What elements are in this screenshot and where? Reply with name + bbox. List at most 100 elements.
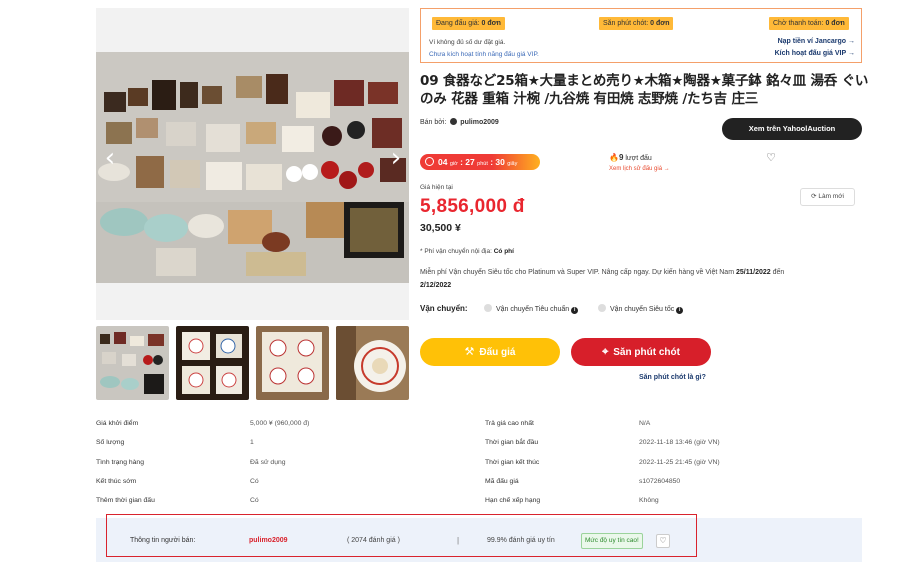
timer-minutes: 27 (465, 157, 475, 167)
price-vnd: 5,856,000 đ (420, 196, 525, 217)
main-product-photo[interactable] (96, 8, 409, 320)
activate-vip-link[interactable]: Kích hoạt đấu giá VIP → (775, 50, 855, 57)
seller-review-count: ( 2074 đánh giá ) (347, 537, 400, 544)
refresh-icon: ⟳ (811, 193, 817, 200)
trust-badge: Mức độ uy tín cao! (581, 533, 643, 549)
refresh-button[interactable]: ⟳ Làm mới (800, 188, 855, 206)
detail-value: s1072604850 (639, 478, 681, 485)
clock-icon (425, 157, 434, 166)
detail-key: Mã đấu giá (485, 478, 519, 485)
next-photo-arrow-icon[interactable]: › (386, 144, 406, 172)
timer-hours-unit: giờ (449, 161, 458, 167)
view-on-yahoo-button[interactable]: Xem trên YahoolAuction (722, 118, 862, 140)
follow-seller-heart-icon[interactable]: ♡ (656, 534, 670, 548)
pill-label: Đang đấu giá: (436, 20, 480, 27)
snipe-help-link[interactable]: Săn phút chót là gì? (639, 374, 706, 381)
countdown-timer: 04 giờ : 27 phút : 30 giây (420, 154, 540, 170)
detail-value: 5,000 ¥ (960,000 đ) (250, 420, 310, 427)
info-icon[interactable]: i (571, 307, 579, 314)
bid-history-link[interactable]: Xem lịch sử đấu giá → (609, 166, 670, 172)
domestic-shipping-fee: * Phí vận chuyển nội địa: Có phí (420, 248, 514, 255)
detail-value: Có (250, 497, 259, 504)
user-icon (450, 118, 458, 125)
detail-value: 2022-11-18 13:46 (giờ VN) (639, 439, 720, 446)
detail-key: Thời gian kết thúc (485, 459, 540, 466)
free-shipping-note: Miễn phí Vận chuyển Siêu tốc cho Platinu… (420, 266, 840, 292)
detail-value: Có (250, 478, 259, 485)
free-ship-mid: đến (772, 269, 785, 276)
product-title: 09 食器など25箱★大量まとめ売り★木箱★陶器★菓子鉢 銘々皿 湯呑 ぐいのみ… (420, 73, 869, 107)
vip-note: Chưa kích hoạt tính năng đấu giá VIP. (429, 51, 539, 58)
detail-value: N/A (639, 420, 651, 427)
free-ship-start-date: 25/11/2022 (736, 269, 771, 276)
seller-info-label: Thông tin người bán: (130, 537, 196, 544)
detail-key: Thời gian bắt đầu (485, 439, 539, 446)
detail-value: 2022-11-25 21:45 (giờ VN) (639, 459, 720, 466)
pill-value: 0 đơn (481, 20, 501, 27)
separator: | (457, 536, 460, 545)
timer-seconds: 30 (495, 157, 505, 167)
price-jpy: 30,500 ¥ (420, 222, 461, 234)
shipping-label: Vận chuyển: (420, 304, 468, 313)
account-status-box: Đang đấu giá: 0 đơn Săn phút chót: 0 đơn… (420, 8, 862, 63)
timer-hours: 04 (438, 157, 448, 167)
detail-key: Hạn chế xếp hạng (485, 497, 541, 504)
product-photo-scene (96, 52, 409, 283)
detail-key: Giá khởi điểm (96, 420, 139, 427)
snipe-button-label: Săn phút chót (613, 347, 680, 358)
topup-wallet-link[interactable]: Nạp tiền ví Jancargo → (778, 38, 855, 45)
balance-note: Ví không đủ số dư đặt giá. (429, 39, 506, 46)
snipe-button[interactable]: ⌖ Săn phút chót (571, 338, 711, 366)
status-pill-bidding[interactable]: Đang đấu giá: 0 đơn (432, 17, 505, 30)
shipping-option-label: Vận chuyển Siêu tốc (610, 306, 675, 313)
detail-value: Đã sử dụng (250, 459, 286, 466)
seller-prefix: Bán bởi: (420, 119, 447, 126)
pill-label: Chờ thanh toán: (773, 20, 824, 27)
pill-value: 0 đơn (650, 20, 670, 27)
gavel-icon: ⚒ (464, 345, 475, 358)
detail-key: Thêm thời gian đấu (96, 497, 155, 504)
status-pill-awaiting-payment[interactable]: Chờ thanh toán: 0 đơn (769, 17, 849, 30)
detail-key: Kết thúc sớm (96, 478, 137, 485)
thumbnail-2[interactable] (176, 326, 249, 400)
refresh-label: Làm mới (818, 193, 844, 200)
seller-rating: 99.9% đánh giá uy tín (487, 537, 555, 544)
detail-value: Không (639, 497, 659, 504)
crosshair-icon: ⌖ (602, 345, 609, 358)
detail-key: Trả giá cao nhất (485, 420, 534, 427)
bid-button-label: Đấu giá (479, 347, 516, 358)
radio-icon[interactable] (598, 304, 606, 312)
detail-key: Số lượng (96, 439, 125, 446)
domestic-ship-label: * Phí vận chuyển nội địa: (420, 248, 492, 255)
pill-label: Săn phút chót: (603, 20, 649, 27)
pill-value: 0 đơn (825, 20, 845, 27)
detail-value: 1 (250, 439, 254, 446)
fire-icon: 🔥 (609, 153, 619, 162)
timer-seconds-unit: giây (507, 161, 518, 167)
shipping-label-row: Vận chuyển: (420, 304, 468, 313)
detail-key: Tình trạng hàng (96, 459, 144, 466)
info-icon[interactable]: i (676, 307, 684, 314)
favorite-heart-icon[interactable]: ♡ (764, 152, 778, 166)
bid-count-value: 9 (618, 153, 624, 162)
shipping-option-express[interactable]: Vận chuyển Siêu tốc i (598, 304, 684, 314)
status-pill-sniping[interactable]: Săn phút chót: 0 đơn (599, 17, 674, 30)
shipping-option-standard[interactable]: Vận chuyển Tiêu chuẩn i (484, 304, 579, 314)
domestic-ship-value: Có phí (493, 248, 514, 255)
bid-count-label: lượt đấu (625, 155, 652, 162)
thumbnail-strip (96, 326, 409, 400)
thumbnail-3[interactable] (256, 326, 329, 400)
current-price-label: Giá hiện tại (420, 184, 453, 191)
bid-count: 🔥9 lượt đấu (609, 153, 652, 162)
seller-name-link[interactable]: pulimo2009 (460, 119, 499, 126)
shipping-option-label: Vận chuyển Tiêu chuẩn (496, 306, 570, 313)
seller-line: Bán bởi: pulimo2009 (420, 118, 499, 126)
timer-minutes-unit: phút (477, 161, 488, 167)
bid-button[interactable]: ⚒ Đấu giá (420, 338, 560, 366)
seller-info-name-link[interactable]: pulimo2009 (249, 537, 288, 544)
free-ship-text: Miễn phí Vận chuyển Siêu tốc cho Platinu… (420, 269, 735, 276)
prev-photo-arrow-icon[interactable]: ‹ (100, 144, 120, 172)
thumbnail-1[interactable] (96, 326, 169, 400)
radio-icon[interactable] (484, 304, 492, 312)
thumbnail-4[interactable] (336, 326, 409, 400)
